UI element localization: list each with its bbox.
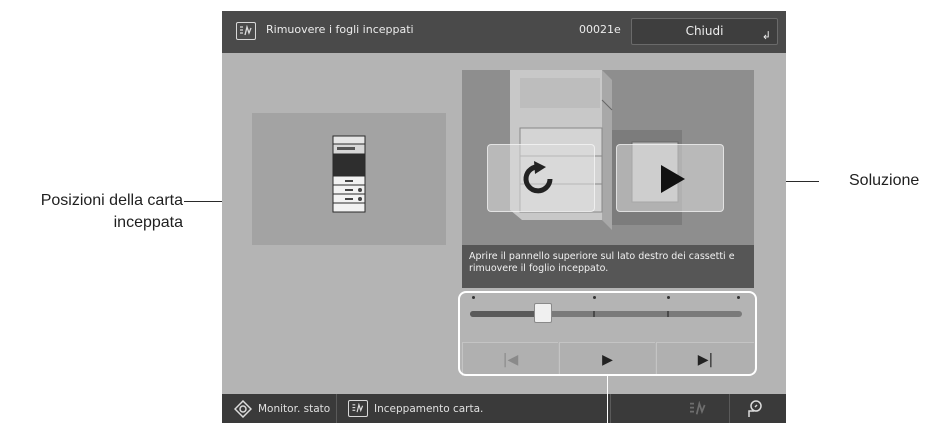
jam-location-panel (252, 113, 446, 245)
replay-button[interactable] (487, 144, 595, 212)
printer-icon (332, 135, 366, 213)
status-monitor-button[interactable]: Monitor. stato (234, 394, 330, 423)
paper-jam-icon (236, 22, 256, 40)
play-icon (661, 165, 685, 193)
paper-jam-icon (348, 400, 368, 417)
paper-jam-status[interactable]: Inceppamento carta. (348, 394, 483, 423)
error-code: 00021e (579, 23, 621, 36)
playback-callout-frame (458, 291, 757, 376)
paper-jam-icon (690, 400, 706, 415)
page-title: Rimuovere i fogli inceppati (266, 23, 414, 36)
close-button[interactable]: Chiudi ↲ (631, 18, 778, 45)
close-button-label: Chiudi (685, 24, 724, 38)
status-monitor-icon (234, 399, 252, 418)
status-bar: Monitor. stato Inceppamento carta. (222, 394, 786, 423)
video-play-button[interactable] (616, 144, 724, 212)
dimmed-jam-button[interactable] (688, 394, 708, 423)
replay-icon (523, 161, 553, 194)
solution-video[interactable] (462, 70, 754, 245)
paper-jam-label: Inceppamento carta. (374, 402, 484, 415)
annotation-jam-position: Posizioni della carta inceppata (0, 190, 183, 234)
annotation-jam-position-line2: inceppata (113, 214, 183, 231)
annotation-jam-position-line1: Posizioni della carta (40, 192, 183, 209)
status-divider (610, 394, 611, 423)
annotation-solution: Soluzione (849, 172, 920, 189)
title-bar: Rimuovere i fogli inceppati 00021e Chiud… (222, 11, 786, 53)
solution-caption: Aprire il pannello superiore sul lato de… (462, 245, 754, 288)
status-monitor-label: Monitor. stato (258, 402, 331, 415)
annotation-leader-bottom (607, 376, 608, 423)
status-divider (729, 394, 730, 423)
account-button[interactable] (745, 394, 765, 423)
account-icon (748, 399, 762, 417)
status-divider (336, 394, 337, 423)
enter-icon: ↲ (761, 29, 771, 42)
